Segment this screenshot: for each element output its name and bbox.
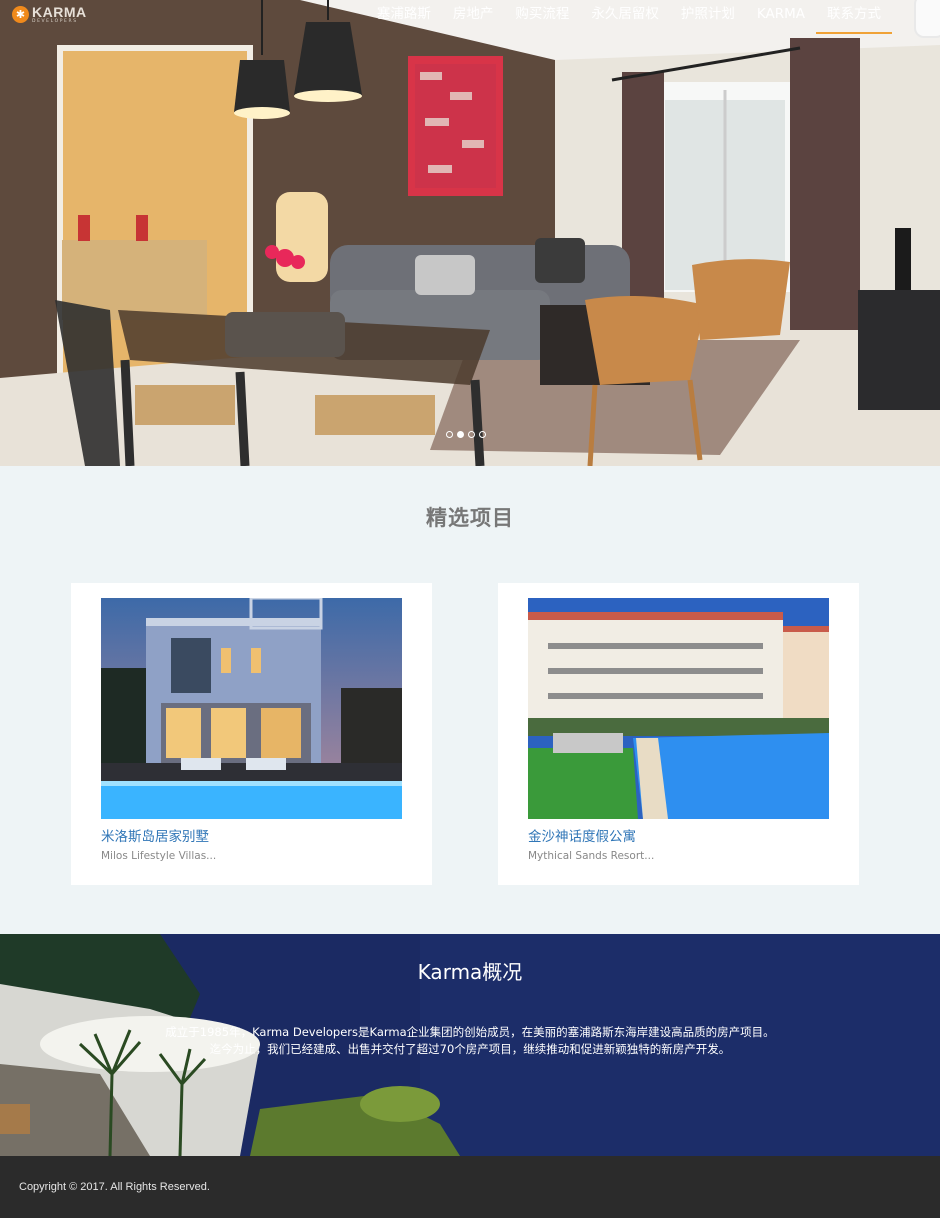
nav-item-permanent-residency[interactable]: 永久居留权 xyxy=(580,0,670,34)
project-image-mythical-sands[interactable] xyxy=(528,598,829,819)
about-line-2: 迄今为止，我们已经建成、出售并交付了超过70个房产项目，继续推动和促进新颖独特的… xyxy=(209,1042,731,1056)
karma-logo-icon: ✱ xyxy=(12,6,29,24)
nav-item-karma[interactable]: KARMA xyxy=(746,0,816,34)
project-card-mythical-sands[interactable]: 金沙神话度假公寓 Mythical Sands Resort... xyxy=(498,583,859,885)
nav-item-cyprus[interactable]: 塞浦路斯 xyxy=(366,0,442,34)
hero-carousel: ✱ KARMA DEVELOPERS 塞浦路斯 房地产 购买流程 永久居留权 护… xyxy=(0,0,940,466)
project-image-milos[interactable] xyxy=(101,598,402,819)
brand-name: KARMA xyxy=(32,4,87,20)
carousel-dot-1[interactable] xyxy=(446,431,453,438)
footer: Copyright © 2017. All Rights Reserved. xyxy=(0,1156,940,1218)
nav-item-passport-program[interactable]: 护照计划 xyxy=(670,0,746,34)
featured-projects-section: 精选项目 米洛斯岛居家别墅 Milos Lifestyle Villas... … xyxy=(0,466,940,934)
corner-decoration xyxy=(914,0,940,38)
nav-item-contact[interactable]: 联系方式 xyxy=(816,0,892,34)
carousel-indicators xyxy=(446,431,486,438)
carousel-dot-3[interactable] xyxy=(468,431,475,438)
project-title-milos[interactable]: 米洛斯岛居家别墅 xyxy=(101,825,209,845)
nav-item-purchase-process[interactable]: 购买流程 xyxy=(504,0,580,34)
hero-image xyxy=(0,0,940,466)
about-description: 成立于1985年，Karma Developers是Karma企业集团的创始成员… xyxy=(0,1024,940,1058)
about-section: Karma概况 成立于1985年，Karma Developers是Karma企… xyxy=(0,934,940,1156)
project-card-milos[interactable]: 米洛斯岛居家别墅 Milos Lifestyle Villas... xyxy=(71,583,432,885)
carousel-dot-4[interactable] xyxy=(479,431,486,438)
about-title: Karma概况 xyxy=(417,960,523,984)
copyright-text: Copyright © 2017. All Rights Reserved. xyxy=(19,1181,210,1193)
about-line-1: 成立于1985年，Karma Developers是Karma企业集团的创始成员… xyxy=(165,1025,775,1039)
brand-logo[interactable]: ✱ KARMA DEVELOPERS xyxy=(12,5,87,25)
main-nav: 塞浦路斯 房地产 购买流程 永久居留权 护照计划 KARMA 联系方式 xyxy=(366,0,892,34)
section-title: 精选项目 xyxy=(426,506,514,530)
brand-tagline: DEVELOPERS xyxy=(32,19,78,24)
nav-item-real-estate[interactable]: 房地产 xyxy=(442,0,505,34)
project-subtitle-milos: Milos Lifestyle Villas... xyxy=(101,850,217,862)
project-subtitle-mythical-sands: Mythical Sands Resort... xyxy=(528,850,655,862)
carousel-dot-2[interactable] xyxy=(457,431,464,438)
project-title-mythical-sands[interactable]: 金沙神话度假公寓 xyxy=(528,825,636,845)
